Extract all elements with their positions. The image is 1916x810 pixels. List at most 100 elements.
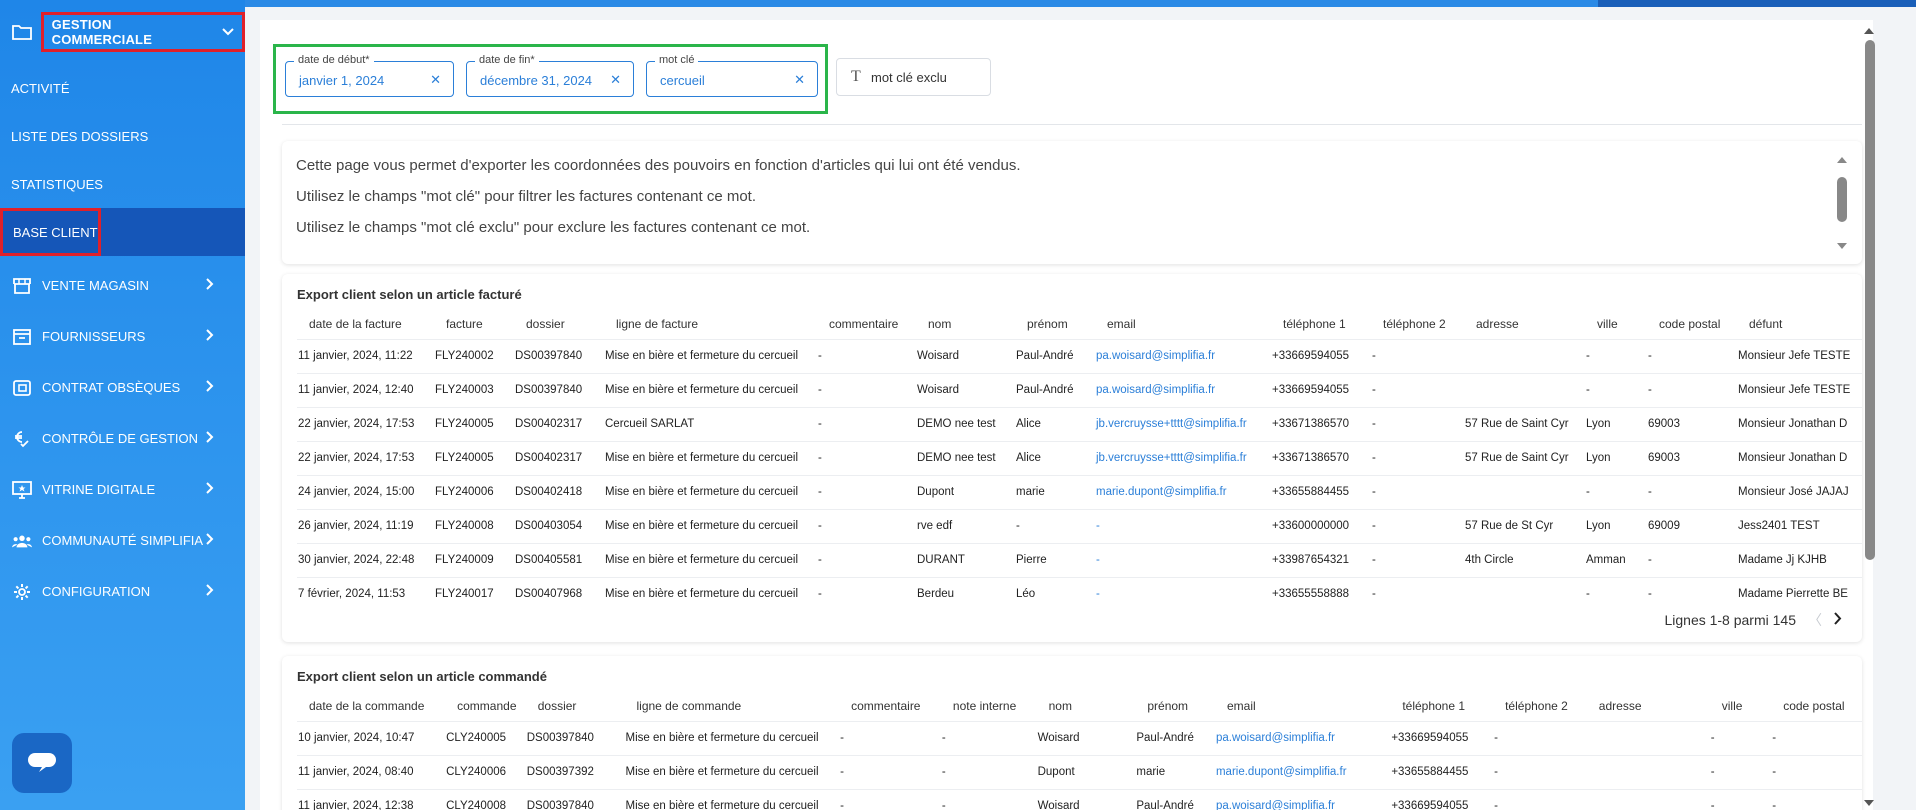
column-header[interactable]: code postal — [1771, 691, 1862, 721]
column-header[interactable]: email — [1215, 691, 1390, 721]
table-cell[interactable]: jb.vercruysse+tttt@simplifia.fr — [1095, 406, 1271, 441]
table-cell — [1464, 474, 1585, 509]
table-cell[interactable]: pa.woisard@simplifia.fr — [1214, 720, 1391, 755]
table-cell[interactable]: jb.vercruysse+tttt@simplifia.fr — [1095, 440, 1271, 475]
table-cell[interactable]: - — [1095, 508, 1271, 543]
chevron-left-icon[interactable]: 〈 — [1808, 610, 1822, 630]
column-header[interactable]: téléphone 2 — [1371, 309, 1464, 339]
column-header[interactable]: code postal — [1647, 309, 1737, 339]
table-cell: - — [817, 338, 916, 373]
column-header[interactable]: adresse — [1464, 309, 1585, 339]
table-cell: - — [1709, 754, 1772, 789]
table-cell[interactable]: pa.woisard@simplifia.fr — [1095, 338, 1271, 373]
column-header[interactable]: téléphone 2 — [1493, 691, 1587, 721]
column-header[interactable]: commentaire — [817, 309, 916, 339]
column-header[interactable]: nom — [916, 309, 1015, 339]
column-header[interactable]: dossier — [526, 691, 625, 721]
table-row: 10 janvier, 2024, 10:47 CLY240005 DS003978… — [297, 720, 1862, 755]
info-scrollbar[interactable] — [1836, 155, 1848, 251]
chat-button[interactable] — [12, 733, 72, 793]
table-cell[interactable]: marie.dupont@simplifia.fr — [1214, 754, 1391, 789]
column-header[interactable]: email — [1095, 309, 1271, 339]
table-cell — [1464, 338, 1585, 373]
table-cell[interactable]: - — [1095, 542, 1271, 577]
table-cell: - — [1771, 720, 1862, 755]
table-cell: - — [1709, 720, 1772, 755]
scroll-down-icon[interactable] — [1836, 241, 1848, 251]
column-header[interactable]: téléphone 1 — [1271, 309, 1371, 339]
menu-configuration[interactable]: CONFIGURATION — [0, 566, 245, 617]
scrollbar-thumb[interactable] — [1865, 40, 1875, 560]
scroll-up-icon[interactable] — [1862, 26, 1876, 36]
table-cell: DS00397840 — [514, 338, 604, 373]
column-header[interactable]: commentaire — [839, 691, 941, 721]
table-cell: +33671386570 — [1271, 406, 1371, 441]
table-cell[interactable]: - — [1095, 576, 1271, 611]
column-header[interactable]: note interne — [941, 691, 1037, 721]
clear-icon[interactable]: ✕ — [610, 72, 621, 88]
column-header[interactable]: ligne de facture — [604, 309, 817, 339]
table-cell: DS00403054 — [514, 508, 604, 543]
column-header[interactable]: date de la commande — [297, 691, 445, 721]
sidebar: GESTION COMMERCIALE ACTIVITÉ LISTE DES D… — [0, 0, 245, 810]
menu-communaute-simplifia[interactable]: COMMUNAUTÉ SIMPLIFIA — [0, 515, 245, 566]
table-cell: - — [839, 788, 941, 810]
table-cell: - — [1647, 338, 1737, 373]
column-header[interactable]: nom — [1037, 691, 1136, 721]
sidebar-section-header[interactable]: GESTION COMMERCIALE — [0, 0, 245, 64]
sidebar-item-activite[interactable]: ACTIVITÉ — [0, 64, 245, 112]
menu-controle-gestion[interactable]: CONTRÔLE DE GESTION — [0, 413, 245, 464]
chevron-right-icon — [206, 584, 214, 599]
table-cell[interactable]: pa.woisard@simplifia.fr — [1095, 372, 1271, 407]
chevron-right-icon — [206, 278, 214, 293]
chevron-right-icon[interactable] — [1834, 612, 1842, 628]
exclude-keyword-field[interactable]: T mot clé exclu — [836, 58, 991, 96]
table-cell: Lyon — [1585, 508, 1647, 543]
table-cell: Monsieur Jefe TESTE — [1737, 372, 1862, 407]
sidebar-item-base-client[interactable]: BASE CLIENT — [0, 208, 245, 256]
column-header[interactable]: défunt — [1737, 309, 1862, 339]
menu-vitrine-digitale[interactable]: VITRINE DIGITALE — [0, 464, 245, 515]
scrollbar-thumb[interactable] — [1837, 177, 1847, 222]
scroll-up-icon[interactable] — [1836, 155, 1848, 165]
menu-contrat-obseques[interactable]: CONTRAT OBSÈQUES — [0, 362, 245, 413]
column-header[interactable]: ville — [1585, 309, 1647, 339]
start-date-field[interactable]: date de début* janvier 1, 2024 ✕ — [285, 54, 454, 97]
column-header[interactable]: facture — [434, 309, 514, 339]
column-header[interactable]: dossier — [514, 309, 604, 339]
table-cell: Mise en bière et fermeture du cercueil — [604, 542, 817, 577]
clear-icon[interactable]: ✕ — [430, 72, 441, 88]
table-row: 30 janvier, 2024, 22:48 FLY240009 DS004055… — [297, 542, 1862, 577]
table-cell: - — [839, 720, 941, 755]
main-scrollbar[interactable] — [1862, 24, 1876, 810]
clear-icon[interactable]: ✕ — [794, 72, 805, 88]
column-header[interactable]: ville — [1710, 691, 1771, 721]
keyword-field[interactable]: mot clé cercueil ✕ — [646, 54, 818, 97]
column-header[interactable]: prénom — [1015, 309, 1095, 339]
store-icon — [12, 276, 32, 296]
column-header[interactable]: prénom — [1135, 691, 1215, 721]
sidebar-item-liste-dossiers[interactable]: LISTE DES DOSSIERS — [0, 112, 245, 160]
pagination-text: Lignes 1-8 parmi 145 — [1664, 612, 1796, 628]
table-cell: FLY240003 — [434, 372, 514, 407]
scroll-down-icon[interactable] — [1862, 798, 1876, 808]
table-cell: CLY240005 — [445, 720, 526, 755]
table-cell: +33655884455 — [1271, 474, 1371, 509]
table-cell: Paul-André — [1135, 720, 1215, 755]
column-header[interactable]: ligne de commande — [624, 691, 839, 721]
column-header[interactable]: téléphone 1 — [1390, 691, 1493, 721]
table-cell[interactable]: pa.woisard@simplifia.fr — [1214, 788, 1391, 810]
end-date-field[interactable]: date de fin* décembre 31, 2024 ✕ — [466, 54, 634, 97]
gear-icon — [12, 582, 32, 602]
menu-fournisseurs[interactable]: FOURNISSEURS — [0, 311, 245, 362]
contract-icon — [12, 378, 32, 398]
invoice-table: date de la facture facture dossier ligne de… — [297, 309, 1862, 611]
info-line: Utilisez le champs "mot clé exclu" pour … — [296, 219, 811, 236]
table-cell: Mise en bière et fermeture du cercueil — [624, 720, 840, 755]
column-header[interactable]: adresse — [1587, 691, 1710, 721]
sidebar-item-statistiques[interactable]: STATISTIQUES — [0, 160, 245, 208]
column-header[interactable]: commande — [445, 691, 526, 721]
table-cell[interactable]: marie.dupont@simplifia.fr — [1095, 474, 1271, 509]
column-header[interactable]: date de la facture — [297, 309, 434, 339]
menu-vente-magasin[interactable]: VENTE MAGASIN — [0, 260, 245, 311]
